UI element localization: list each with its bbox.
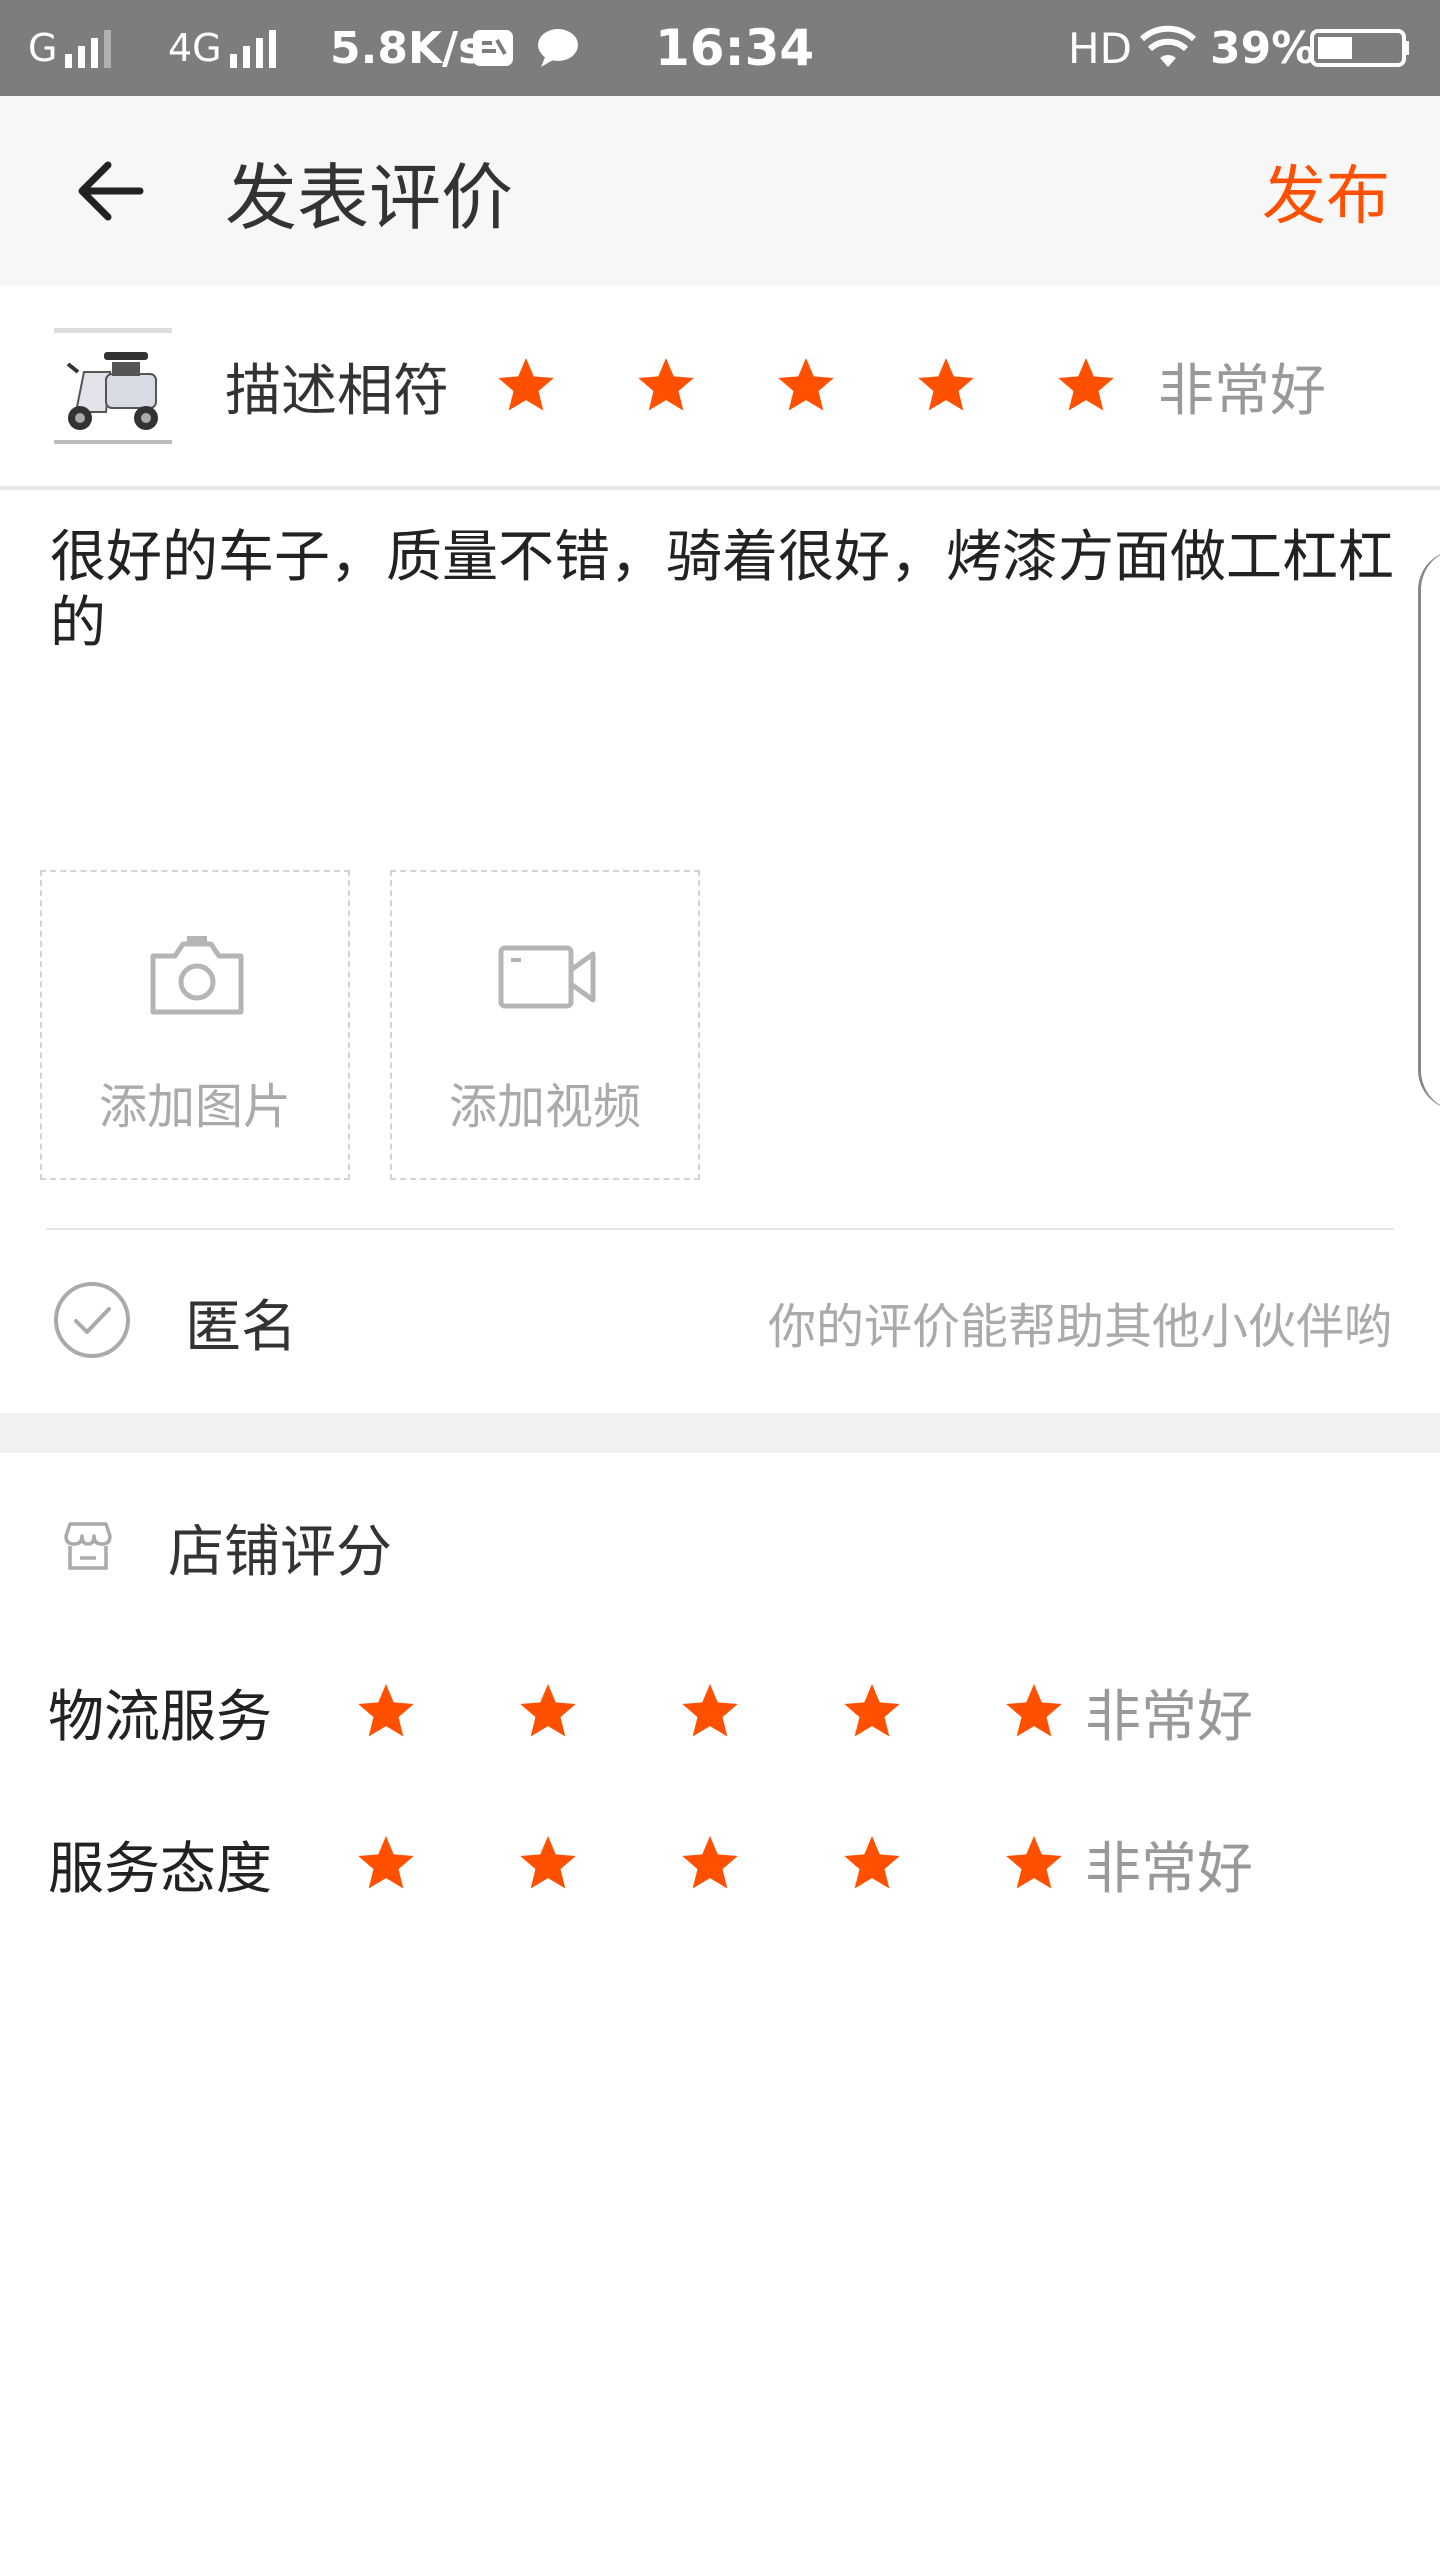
divider	[0, 486, 1440, 490]
star-icon[interactable]	[914, 354, 978, 418]
anonymous-hint: 你的评价能帮助其他小伙伴哟	[767, 1299, 1392, 1355]
add-photo-label: 添加图片	[98, 1079, 291, 1135]
check-circle-icon	[54, 1282, 130, 1358]
star-icon[interactable]	[1054, 354, 1118, 418]
page-title: 发表评价	[225, 155, 514, 240]
add-photo-button[interactable]: 添加图片	[40, 870, 350, 1180]
clock: 16:34	[655, 19, 815, 77]
add-video-button[interactable]: 添加视频	[390, 870, 700, 1180]
star-icon[interactable]	[634, 354, 698, 418]
logistics-star-rating[interactable]	[354, 1662, 1066, 1762]
add-video-label: 添加视频	[448, 1079, 641, 1135]
signal-icon	[65, 28, 117, 68]
logistics-rating-text: 非常好	[1085, 1684, 1253, 1750]
status-bar: G 4G 5.8K/s 16:34 HD 39%	[0, 0, 1440, 96]
star-icon[interactable]	[1002, 1680, 1066, 1744]
star-icon[interactable]	[354, 1680, 418, 1744]
network-speed: 5.8K/s	[330, 22, 485, 74]
star-icon[interactable]	[840, 1680, 904, 1744]
description-match-label: 描述相符	[225, 358, 449, 424]
signal-icon	[229, 28, 282, 68]
publish-button[interactable]: 发布	[1262, 96, 1390, 286]
app-header: 发表评价 发布	[0, 96, 1440, 286]
star-icon[interactable]	[516, 1832, 580, 1896]
store-rating-title: 店铺评分	[168, 1519, 392, 1585]
star-icon[interactable]	[678, 1680, 742, 1744]
logistics-rating-label: 物流服务	[48, 1684, 272, 1750]
arrow-left-icon	[78, 161, 144, 221]
signal-2: 4G	[168, 0, 282, 96]
star-icon[interactable]	[354, 1832, 418, 1896]
description-rating-text: 非常好	[1158, 358, 1326, 424]
star-icon[interactable]	[774, 354, 838, 418]
battery-percent: 39%	[1210, 22, 1316, 74]
star-icon[interactable]	[516, 1680, 580, 1744]
service-star-rating[interactable]	[354, 1814, 1066, 1914]
service-rating-label: 服务态度	[48, 1836, 272, 1902]
star-icon[interactable]	[1002, 1832, 1066, 1896]
product-thumbnail	[46, 322, 180, 456]
battery-icon	[1310, 0, 1410, 96]
store-icon	[60, 1518, 116, 1574]
section-separator	[0, 1413, 1440, 1453]
signal-1: G	[28, 0, 117, 96]
star-icon[interactable]	[840, 1832, 904, 1896]
network-type-1: G	[28, 26, 58, 70]
back-button[interactable]	[70, 151, 150, 231]
camera-icon	[150, 936, 244, 1015]
wifi-icon	[1138, 0, 1198, 96]
divider	[46, 1228, 1394, 1230]
screen-edge	[1418, 550, 1440, 1110]
network-type-2: 4G	[168, 26, 222, 70]
star-icon[interactable]	[494, 354, 558, 418]
description-star-rating[interactable]	[494, 286, 1118, 486]
product-rating-row: 描述相符 非常好	[0, 286, 1440, 486]
star-icon[interactable]	[678, 1832, 742, 1896]
review-text-input[interactable]: 很好的车子，质量不错，骑着很好，烤漆方面做工杠杠的	[50, 525, 1400, 657]
message-icon	[535, 0, 581, 96]
anonymous-checkbox[interactable]	[52, 1280, 132, 1360]
app-notification-icon	[470, 0, 516, 96]
service-rating-text: 非常好	[1085, 1836, 1253, 1902]
video-camera-icon	[498, 945, 596, 1009]
anonymous-label[interactable]: 匿名	[185, 1282, 297, 1362]
hd-indicator: HD	[1068, 23, 1132, 73]
